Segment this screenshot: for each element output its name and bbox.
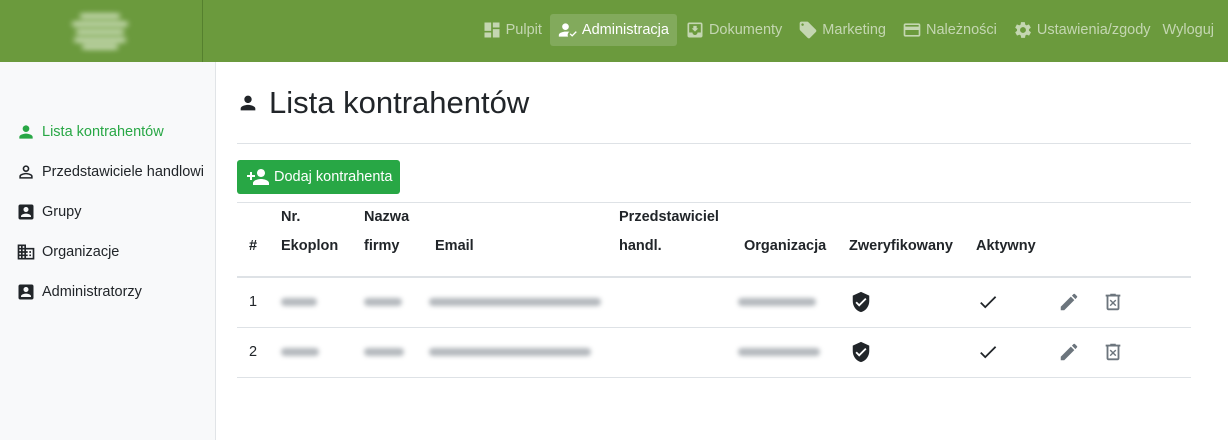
- inbox-icon: [687, 22, 703, 38]
- logo-area[interactable]: [0, 0, 203, 62]
- nav-dokumenty[interactable]: Dokumenty: [677, 14, 790, 46]
- main-content: Lista kontrahentów Dodaj kontrahenta # N…: [237, 62, 1191, 377]
- person-outline-icon: [19, 165, 33, 179]
- redacted-ekoplon: [281, 298, 317, 307]
- col-header-delete: [1108, 203, 1191, 278]
- blurred-logo: [72, 12, 128, 49]
- nav-label: Ustawienia/zgody: [1036, 22, 1151, 38]
- sidebar-item-organizacje[interactable]: Organizacje: [0, 232, 215, 272]
- person-icon: [19, 125, 33, 139]
- gear-icon: [1015, 22, 1031, 38]
- main-nav: Pulpit Administracja Dokumenty Marketing…: [474, 14, 1222, 46]
- redacted-firm: [364, 348, 404, 357]
- credit-card-icon: [903, 23, 921, 37]
- col-header-rep: Przedstawiciel handl.: [619, 209, 719, 254]
- sidebar-item-label: Przedstawiciele handlowi: [42, 164, 204, 180]
- col-header-ekoplon: Nr. Ekoplon: [281, 209, 339, 254]
- page-header: Lista kontrahentów: [237, 62, 1191, 144]
- nav-label: Pulpit: [505, 22, 542, 38]
- col-header-verified: Zweryfikowany: [849, 238, 953, 254]
- nav-naleznosci[interactable]: Należności: [894, 14, 1005, 46]
- sidebar-item-grupy[interactable]: Grupy: [0, 192, 215, 232]
- nav-marketing[interactable]: Marketing: [790, 14, 894, 46]
- sidebar-item-label: Lista kontrahentów: [42, 124, 164, 140]
- nav-administracja[interactable]: Administracja: [549, 14, 677, 46]
- top-navbar: Pulpit Administracja Dokumenty Marketing…: [0, 0, 1228, 62]
- redacted-email: [429, 348, 591, 357]
- account-box-icon: [18, 204, 34, 220]
- delete-icon[interactable]: [1102, 341, 1124, 363]
- table-row[interactable]: 2: [237, 327, 1191, 377]
- sidebar-item-label: Grupy: [42, 204, 82, 220]
- redacted-ekoplon: [281, 348, 319, 357]
- nav-label: Administracja: [581, 22, 669, 38]
- table-row[interactable]: 1: [237, 277, 1191, 327]
- delete-icon[interactable]: [1102, 291, 1124, 313]
- row-number: 1: [249, 294, 258, 311]
- redacted-organization: [738, 348, 820, 357]
- person-add-icon: [247, 169, 269, 185]
- verified-shield-icon: [852, 292, 870, 313]
- sidebar-item-label: Administratorzy: [42, 284, 142, 300]
- account-box-icon: [18, 284, 34, 300]
- nav-label: Dokumenty: [708, 22, 783, 38]
- col-header-active: Aktywny: [976, 238, 1036, 254]
- redacted-organization: [738, 298, 816, 307]
- redacted-firm: [364, 298, 402, 307]
- user-check-icon: [558, 23, 577, 37]
- nav-pulpit[interactable]: Pulpit: [474, 14, 550, 46]
- check-icon: [980, 296, 997, 309]
- add-button-label: Dodaj kontrahenta: [274, 169, 393, 185]
- col-header-num: #: [249, 238, 258, 254]
- page-title: Lista kontrahentów: [269, 84, 530, 120]
- nav-label: Należności: [925, 22, 997, 38]
- row-number: 2: [249, 344, 258, 360]
- sidebar: Lista kontrahentów Przedstawiciele handl…: [0, 62, 216, 440]
- sidebar-item-przedstawiciele[interactable]: Przedstawiciele handlowi: [0, 152, 215, 192]
- tag-icon: [799, 21, 817, 39]
- add-contractor-button[interactable]: Dodaj kontrahenta: [237, 160, 400, 194]
- check-icon: [980, 346, 997, 359]
- table-header-row: # Nr. Ekoplon Nazwa firmy Email Przedstawi…: [237, 202, 1191, 278]
- sidebar-item-administratorzy[interactable]: Administratorzy: [0, 272, 215, 312]
- sidebar-item-label: Organizacje: [42, 244, 120, 260]
- nav-label: Marketing: [822, 22, 886, 38]
- col-header-email: Email: [435, 238, 474, 254]
- dashboard-icon: [484, 22, 500, 38]
- logout-label: Wyloguj: [1162, 22, 1214, 38]
- redacted-email: [429, 298, 601, 307]
- col-header-org: Organizacja: [744, 238, 827, 254]
- col-header-firm: Nazwa firmy: [364, 209, 410, 254]
- edit-pencil-icon[interactable]: [1058, 341, 1080, 363]
- nav-ustawienia[interactable]: Ustawienia/zgody: [1005, 14, 1159, 46]
- col-header-edit: [1058, 203, 1108, 278]
- building-icon: [17, 244, 35, 260]
- nav-wyloguj[interactable]: Wyloguj: [1159, 14, 1222, 46]
- edit-pencil-icon[interactable]: [1058, 291, 1080, 313]
- verified-shield-icon: [852, 341, 870, 363]
- contractors-table: # Nr. Ekoplon Nazwa firmy Email Przedstawi…: [237, 202, 1191, 378]
- sidebar-item-lista-kontrahentow[interactable]: Lista kontrahentów: [0, 112, 215, 152]
- person-icon: [240, 95, 256, 110]
